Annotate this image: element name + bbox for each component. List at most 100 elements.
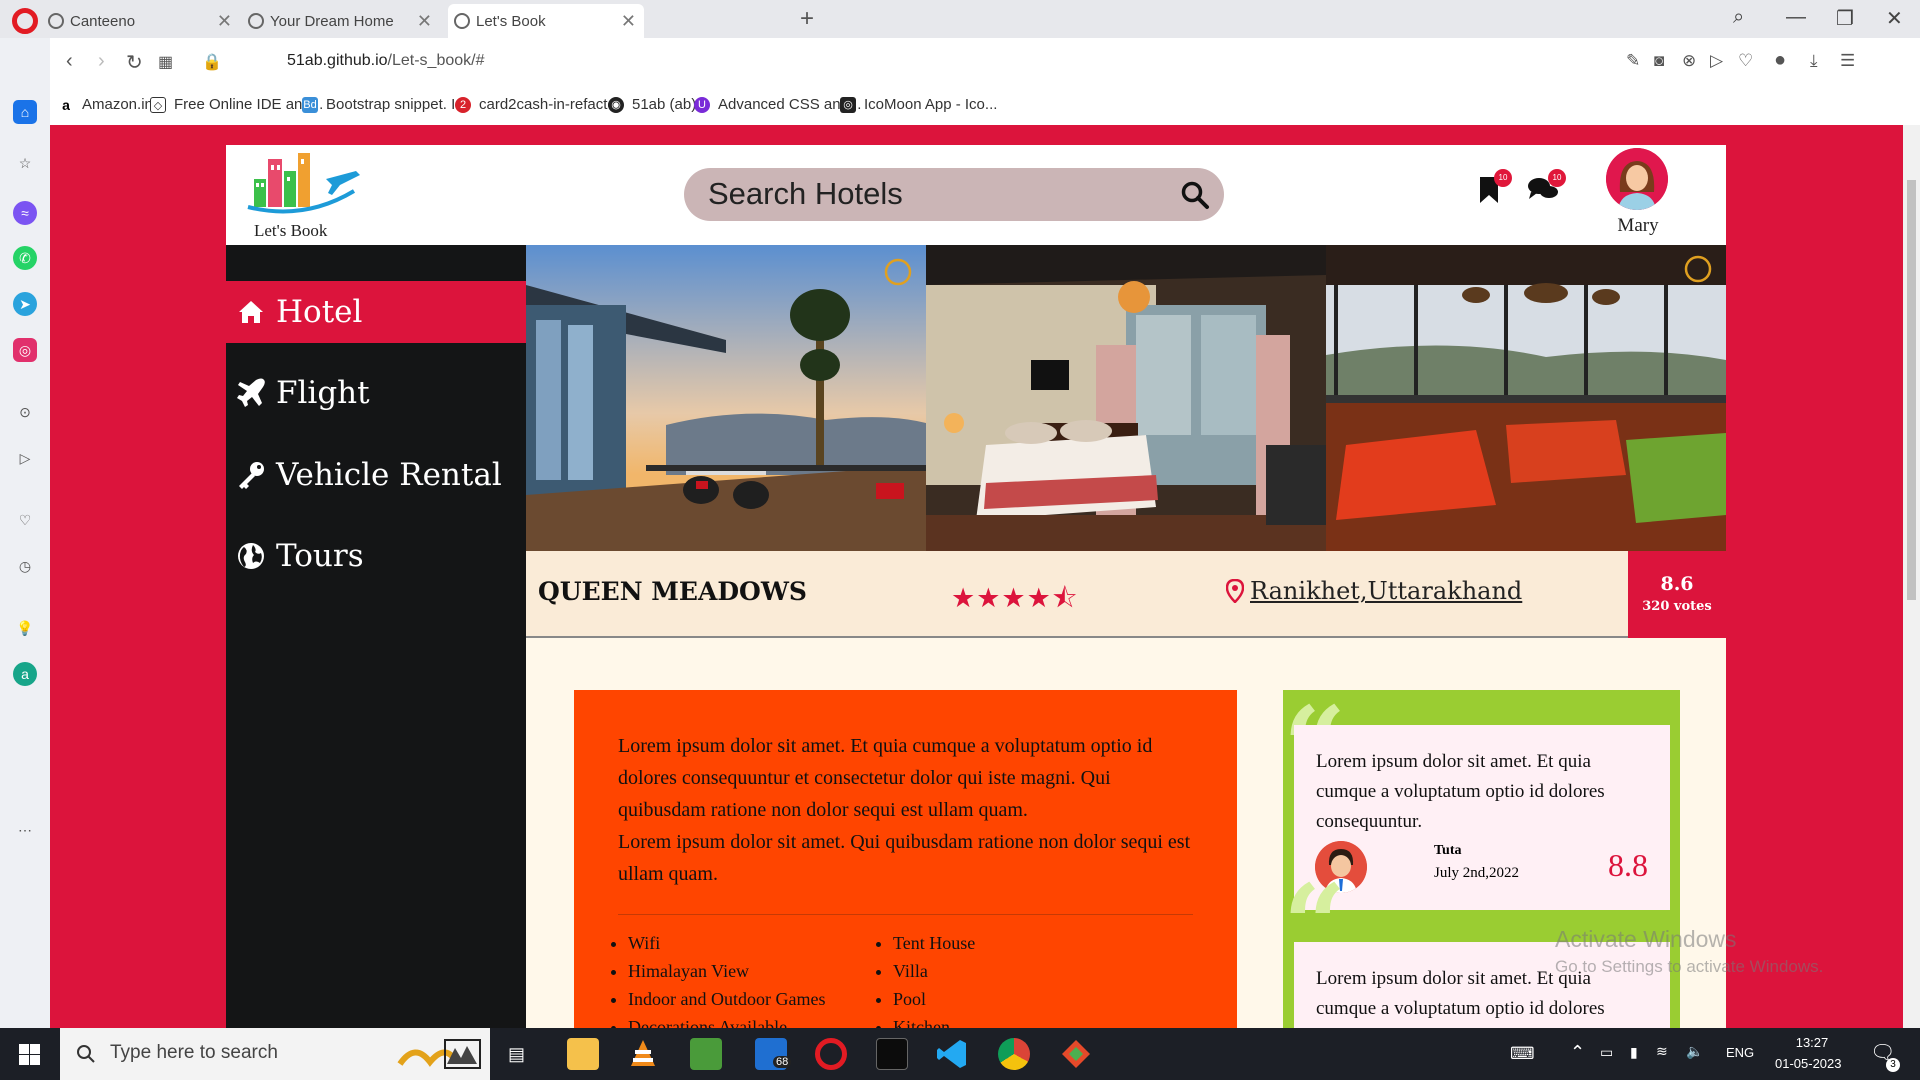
windows-taskbar: Type here to search ▤ 68 ⌨ ⌃ ▭ ▮ ≋ 🔈 ENG… — [0, 1028, 1920, 1080]
user-name[interactable]: Mary — [1608, 215, 1668, 237]
history-icon[interactable]: ◷ — [13, 554, 37, 578]
search-input[interactable] — [708, 174, 1148, 214]
opera-logo-icon[interactable] — [12, 8, 38, 34]
taskbar-search-box[interactable]: Type here to search — [60, 1028, 490, 1080]
more-icon[interactable]: ⋯ — [13, 818, 37, 842]
nav-tours[interactable]: Tours — [226, 525, 526, 587]
bookmarks-button[interactable]: 10 — [1478, 169, 1512, 207]
image-editor-icon[interactable] — [690, 1038, 722, 1070]
mail-count-badge: 68 — [773, 1056, 792, 1068]
url-path: /Let-s_book/# — [387, 52, 485, 69]
user-avatar[interactable] — [1606, 148, 1668, 210]
heart-icon[interactable]: ♡ — [1738, 51, 1753, 71]
github-icon: ◉ — [608, 96, 624, 113]
player-icon[interactable]: ⊙ — [13, 400, 37, 424]
url-host: 51ab.github.io — [287, 52, 388, 69]
reload-button[interactable]: ↻ — [126, 50, 143, 75]
restore-button[interactable]: ❐ — [1836, 6, 1854, 31]
battery-icon[interactable]: ▮ — [1630, 1044, 1638, 1061]
menu-icon[interactable]: ☰ — [1840, 51, 1855, 71]
tabs-grid-icon[interactable]: ▦ — [158, 52, 173, 72]
hotel-score-box: 8.6 320 votes — [1628, 551, 1726, 638]
clock-time[interactable]: 13:27 — [1782, 1035, 1842, 1050]
chrome-icon[interactable] — [998, 1038, 1030, 1070]
send-icon[interactable]: ▷ — [13, 446, 37, 470]
snap-icon[interactable]: ✎ — [1626, 51, 1640, 71]
review-card: Lorem ipsum dolor sit amet. Et quia cumq… — [1294, 725, 1670, 910]
star-icon[interactable]: ☆ — [13, 151, 37, 175]
scrollbar-thumb[interactable] — [1907, 180, 1916, 600]
opera-taskbar-icon[interactable] — [815, 1038, 847, 1070]
download-icon[interactable]: ⤓ — [1810, 51, 1818, 71]
git-icon[interactable] — [1060, 1038, 1092, 1070]
hotel-name: QUEEN MEADOWS — [538, 577, 807, 606]
bookmark-label: Bootstrap snippet. I... — [326, 96, 468, 113]
heart-icon[interactable]: ♡ — [13, 508, 37, 532]
close-tab-icon[interactable]: ✕ — [621, 11, 636, 32]
telegram-icon[interactable]: ➤ — [13, 292, 37, 316]
task-view-icon[interactable]: ▤ — [508, 1044, 525, 1065]
whatsapp-icon[interactable]: ✆ — [13, 246, 37, 270]
bookmark-github[interactable]: ◉ 51ab (ab) — [608, 96, 696, 113]
nav-vehicle-rental[interactable]: Vehicle Rental — [226, 444, 526, 506]
mail-icon[interactable]: 68 — [755, 1038, 792, 1070]
instagram-icon[interactable]: ◎ — [13, 338, 37, 362]
photo-restaurant[interactable] — [1326, 245, 1726, 551]
messenger-icon[interactable]: ≈ — [13, 201, 37, 225]
lock-icon: 🔒 — [202, 54, 222, 71]
amenity-item: Villa — [893, 957, 1148, 985]
profile-icon[interactable]: ● — [1774, 49, 1786, 72]
search-tabs-icon[interactable]: ⌕ — [1733, 6, 1744, 29]
terminal-icon[interactable] — [876, 1038, 908, 1070]
clock-date[interactable]: 01-05-2023 — [1775, 1056, 1842, 1071]
vlc-icon[interactable] — [627, 1038, 659, 1070]
site-logo[interactable]: Let's Book — [244, 149, 374, 240]
close-tab-icon[interactable]: ✕ — [217, 11, 232, 32]
amenities-column-left: Wifi Himalayan View Indoor and Outdoor G… — [608, 929, 883, 1028]
send-icon[interactable]: ▷ — [1710, 51, 1723, 71]
back-button[interactable]: ‹ — [66, 50, 73, 73]
close-window-button[interactable]: ✕ — [1886, 6, 1903, 31]
adblock-icon[interactable]: ⊗ — [1682, 51, 1696, 71]
messages-button[interactable]: 10 — [1526, 169, 1566, 207]
photo-terrace[interactable] — [526, 245, 926, 551]
device-icon[interactable]: ▭ — [1600, 1044, 1613, 1061]
volume-icon[interactable]: 🔈 — [1686, 1043, 1703, 1060]
hotel-location-link[interactable]: Ranikhet,Uttarakhand — [1226, 577, 1522, 605]
bookmark-amazon[interactable]: a Amazon.in — [58, 96, 153, 113]
bootstrap-icon: Bd — [302, 96, 318, 113]
lightbulb-icon[interactable]: 💡 — [13, 616, 37, 640]
bookmark-card2cash[interactable]: 2 card2cash-in-refactor — [455, 96, 621, 113]
url-field[interactable]: 51ab.github.io/Let-s_book/# — [287, 52, 484, 70]
wifi-icon[interactable]: ≋ — [1656, 1043, 1668, 1060]
file-explorer-icon[interactable] — [567, 1038, 599, 1070]
language-indicator[interactable]: ENG — [1726, 1045, 1754, 1060]
globe-icon — [454, 13, 470, 29]
minimize-button[interactable]: — — [1786, 6, 1806, 29]
bookmark-online-ide[interactable]: ◇ Free Online IDE and... — [150, 96, 323, 113]
page-scrollbar[interactable] — [1903, 125, 1920, 1028]
close-tab-icon[interactable]: ✕ — [417, 11, 432, 32]
bookmark-bootstrap[interactable]: Bd Bootstrap snippet. I... — [302, 96, 468, 113]
aria-icon[interactable]: a — [13, 662, 37, 686]
hotel-rating-stars: ★★★★⯪ — [951, 583, 1079, 613]
tab-lets-book[interactable]: Let's Book ✕ — [448, 4, 644, 38]
nav-flight[interactable]: Flight — [226, 362, 526, 424]
bookmark-icomoon[interactable]: ◎ IcoMoon App - Ico... — [840, 96, 997, 113]
tab-canteeno[interactable]: Canteeno ✕ — [48, 4, 240, 38]
taskbar-search-placeholder: Type here to search — [110, 1042, 278, 1063]
photo-bedroom[interactable] — [926, 245, 1326, 551]
show-hidden-icons[interactable]: ⌃ — [1570, 1042, 1585, 1063]
bookmark-advanced-css[interactable]: U Advanced CSS and... — [694, 96, 861, 113]
keyboard-icon[interactable]: ⌨ — [1510, 1044, 1535, 1064]
nav-hotel[interactable]: Hotel — [226, 281, 526, 343]
search-icon[interactable] — [1180, 180, 1210, 210]
tab-your-dream-home[interactable]: Your Dream Home ✕ — [248, 4, 440, 38]
vscode-icon[interactable] — [936, 1038, 968, 1070]
amenities-column-right: Tent House Villa Pool Kitchen — [873, 929, 1148, 1028]
home-icon[interactable]: ⌂ — [13, 100, 37, 124]
camera-icon[interactable]: ◙ — [1654, 51, 1664, 71]
windows-start-icon[interactable] — [19, 1044, 40, 1065]
forward-button[interactable]: › — [98, 50, 105, 73]
new-tab-button[interactable]: + — [800, 5, 814, 33]
